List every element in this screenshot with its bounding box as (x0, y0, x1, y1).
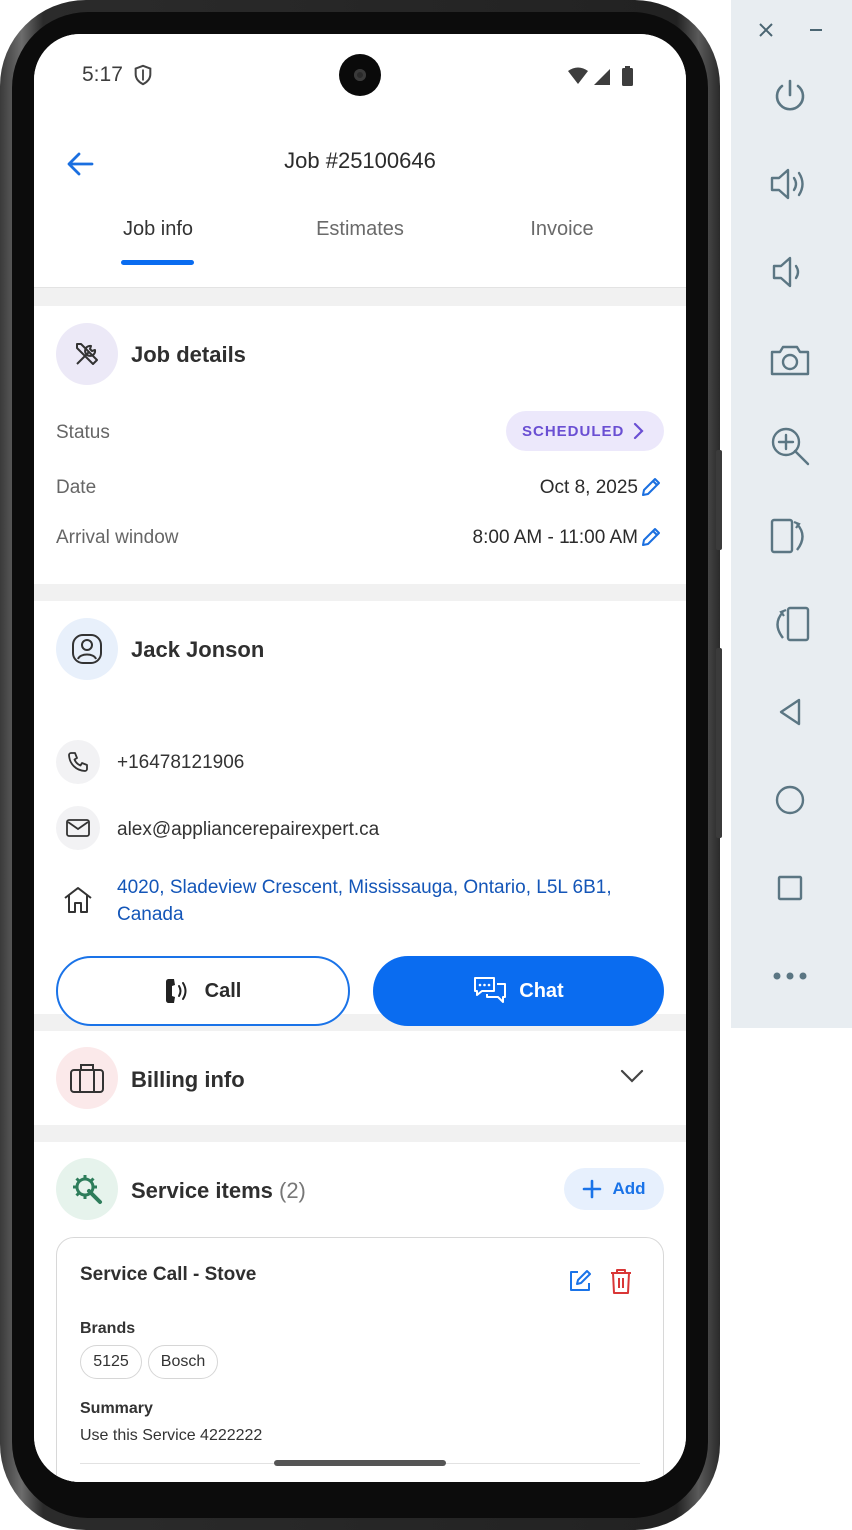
home-indicator[interactable] (274, 1460, 446, 1466)
tools-icon (76, 343, 98, 365)
more-icon[interactable] (764, 950, 816, 1002)
chat-button[interactable]: Chat (373, 956, 664, 1026)
shield-icon (134, 64, 152, 86)
status-value: SCHEDULED (522, 422, 625, 440)
edit-date-icon[interactable] (640, 476, 662, 498)
close-icon[interactable] (752, 16, 780, 44)
emulator-toolbar (731, 0, 852, 1028)
phone-icon (68, 752, 88, 772)
rotate-right-icon[interactable] (764, 510, 816, 562)
date-label: Date (56, 477, 97, 498)
gear-wrench-icon (73, 1175, 102, 1204)
back-icon[interactable] (764, 686, 816, 738)
app-bar: Job #25100646 Job info Estimates Invoice (34, 118, 686, 288)
billing-heading: Billing info (131, 1067, 245, 1092)
call-button[interactable]: Call (56, 956, 350, 1026)
chat-icon (474, 977, 507, 1003)
active-tab-indicator (121, 260, 194, 265)
phone-icon-badge (56, 740, 100, 784)
device-frame: 5:17 Job #25100646 Job info Estimates In… (0, 0, 722, 1530)
add-button-label: Add (612, 1179, 646, 1198)
service-item-title: Service Call - Stove (80, 1264, 257, 1285)
service-icon-badge (56, 1158, 118, 1220)
customer-phone[interactable]: +16478121906 (117, 752, 244, 774)
date-value: Oct 8, 2025 (539, 477, 638, 498)
trash-icon[interactable] (609, 1267, 633, 1295)
arrival-window-label: Arrival window (56, 527, 179, 548)
edit-icon[interactable] (567, 1268, 593, 1294)
service-items-title: Service items (131, 1178, 273, 1203)
edit-arrival-icon[interactable] (640, 526, 662, 548)
briefcase-icon (70, 1064, 104, 1093)
brand-chip: 5125 (80, 1345, 142, 1379)
status-label: Status (56, 422, 110, 443)
brands-label: Brands (80, 1320, 136, 1337)
phone-screen: 5:17 Job #25100646 Job info Estimates In… (34, 34, 686, 1482)
device-side-button (716, 450, 722, 550)
add-service-item-button[interactable]: Add (564, 1168, 664, 1210)
signal-icon (594, 69, 610, 85)
job-details-heading: Job details (131, 342, 246, 367)
service-items-heading: Service items (2) (131, 1178, 306, 1204)
tab-invoice[interactable]: Invoice (492, 218, 632, 241)
chevron-right-icon (633, 422, 644, 440)
job-details-card: Job details Status SCHEDULED Date Oct 8,… (34, 306, 686, 584)
status-icons (568, 66, 633, 86)
summary-label: Summary (80, 1400, 153, 1417)
front-camera (339, 54, 381, 96)
plus-icon (583, 1179, 602, 1199)
volume-up-icon[interactable] (764, 158, 816, 210)
arrival-window-value: 8:00 AM - 11:00 AM (472, 527, 638, 548)
battery-icon (622, 68, 633, 86)
service-items-count: (2) (279, 1178, 306, 1203)
mail-icon (66, 819, 90, 837)
billing-icon-badge (56, 1047, 118, 1109)
rotate-left-icon[interactable] (764, 598, 816, 650)
minimize-icon[interactable] (802, 16, 830, 44)
customer-address[interactable]: 4020, Sladeview Crescent, Mississauga, O… (117, 874, 657, 928)
status-bar: 5:17 (34, 34, 686, 118)
chevron-down-icon[interactable] (620, 1069, 644, 1083)
home-icon[interactable] (764, 774, 816, 826)
tab-job-info[interactable]: Job info (88, 218, 228, 241)
user-circle-icon (72, 634, 102, 664)
customer-email[interactable]: alex@appliancerepairexpert.ca (117, 819, 379, 841)
billing-card[interactable]: Billing info (34, 1031, 686, 1125)
status-time: 5:17 (82, 63, 123, 86)
customer-name: Jack Jonson (131, 637, 265, 662)
device-volume-button (716, 648, 722, 838)
customer-icon-badge (56, 618, 118, 680)
mail-icon-badge (56, 806, 100, 850)
wifi-icon (568, 67, 588, 84)
chat-button-label: Chat (519, 979, 564, 1002)
camera-icon[interactable] (764, 334, 816, 386)
page-title: Job #25100646 (284, 148, 436, 173)
volume-down-icon[interactable] (764, 246, 816, 298)
service-item-card: Service Call - Stove Brands 5125 Bosch S… (56, 1237, 664, 1482)
tab-estimates[interactable]: Estimates (290, 218, 430, 241)
service-items-card: Service items (2) Add Service Call - Sto… (34, 1142, 686, 1482)
zoom-in-icon[interactable] (764, 420, 816, 472)
customer-card: Jack Jonson +16478121906 alex@appliancer… (34, 601, 686, 1026)
home-icon-badge (56, 878, 100, 922)
job-details-icon-badge (56, 323, 118, 385)
overview-icon[interactable] (764, 862, 816, 914)
phone-call-icon (165, 979, 187, 1003)
home-icon (64, 887, 92, 913)
call-button-label: Call (204, 979, 242, 1002)
brand-chip: Bosch (148, 1345, 218, 1379)
status-badge[interactable]: SCHEDULED (506, 411, 664, 451)
summary-text: Use this Service 4222222 (80, 1427, 263, 1444)
power-icon[interactable] (764, 70, 816, 122)
